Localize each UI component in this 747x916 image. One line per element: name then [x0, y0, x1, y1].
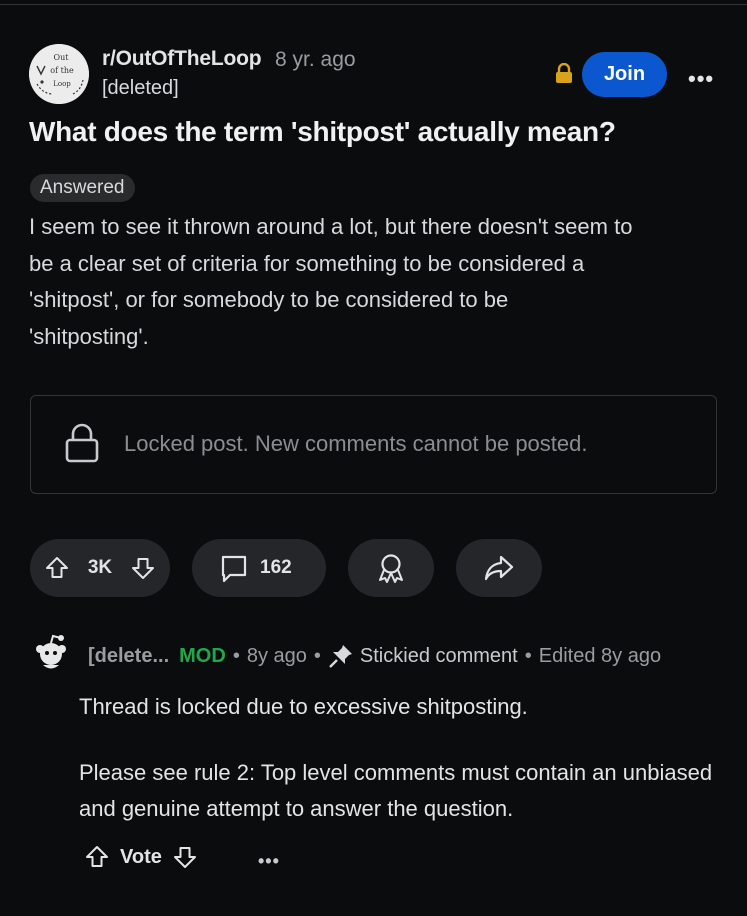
comment-meta: [delete... MOD • 8y ago • Stickied comme… — [88, 643, 661, 669]
post-body: I seem to see it thrown around a lot, bu… — [29, 209, 729, 355]
upvote-icon[interactable] — [44, 555, 70, 581]
vote-label: Vote — [120, 845, 162, 868]
pin-icon — [328, 643, 354, 669]
lock-icon — [555, 63, 573, 83]
avatar-text-3: Loop — [53, 80, 71, 88]
award-icon — [376, 552, 406, 584]
post-age: 8 yr. ago — [275, 48, 356, 71]
lock-outline-icon — [65, 423, 99, 463]
locked-post-message: Locked post. New comments cannot be post… — [124, 431, 588, 456]
comment-more-options-icon[interactable]: ••• — [258, 851, 280, 872]
separator-dot: • — [232, 644, 240, 667]
comment-author-avatar[interactable] — [34, 634, 68, 672]
post-title: What does the term 'shitpost' actually m… — [29, 116, 616, 147]
separator-dot: • — [524, 644, 532, 667]
mod-badge: MOD — [179, 644, 226, 667]
vote-bar: 3K — [30, 539, 170, 597]
post-body-line: 'shitpost', or for somebody to be consid… — [29, 287, 509, 312]
comment-vote-bar: Vote — [84, 844, 198, 870]
share-icon — [484, 554, 514, 582]
comment-body: Thread is locked due to excessive shitpo… — [79, 689, 719, 827]
avatar-text-2: of the — [50, 66, 74, 75]
stickied-label: Stickied comment — [359, 644, 518, 667]
subreddit-avatar[interactable]: Out of the Loop — [29, 44, 89, 104]
post-more-options-icon[interactable]: ••• — [688, 66, 714, 92]
comment-paragraph: Thread is locked due to excessive shitpo… — [79, 694, 528, 719]
comment-count: 162 — [260, 557, 292, 578]
share-button[interactable] — [456, 539, 542, 597]
separator-dot: • — [313, 644, 321, 667]
post-body-line: be a clear set of criteria for something… — [29, 250, 585, 276]
comment-author[interactable]: [delete... — [88, 645, 169, 668]
join-button[interactable]: Join — [582, 52, 667, 97]
post-body-line: I seem to see it thrown around a lot, bu… — [29, 214, 633, 239]
downvote-icon[interactable] — [130, 555, 156, 581]
comment-icon — [218, 552, 250, 584]
edited-label: Edited 8y ago — [538, 644, 662, 667]
comment-paragraph: Please see rule 2: Top level comments mu… — [79, 760, 713, 821]
upvote-icon[interactable] — [84, 844, 110, 870]
comments-button[interactable]: 162 — [192, 539, 326, 597]
post-body-line: 'shitposting'. — [29, 323, 149, 349]
top-divider — [0, 4, 747, 5]
award-button[interactable] — [348, 539, 434, 597]
avatar-text-1: Out — [54, 53, 70, 62]
post-score: 3K — [87, 557, 113, 578]
comment-age: 8y ago — [246, 644, 307, 667]
post-author[interactable]: [deleted] — [102, 77, 179, 100]
subreddit-name[interactable]: r/OutOfTheLoop — [102, 47, 262, 71]
post-flair: Answered — [30, 174, 135, 202]
downvote-icon[interactable] — [172, 844, 198, 870]
locked-post-notice: Locked post. New comments cannot be post… — [30, 395, 717, 494]
